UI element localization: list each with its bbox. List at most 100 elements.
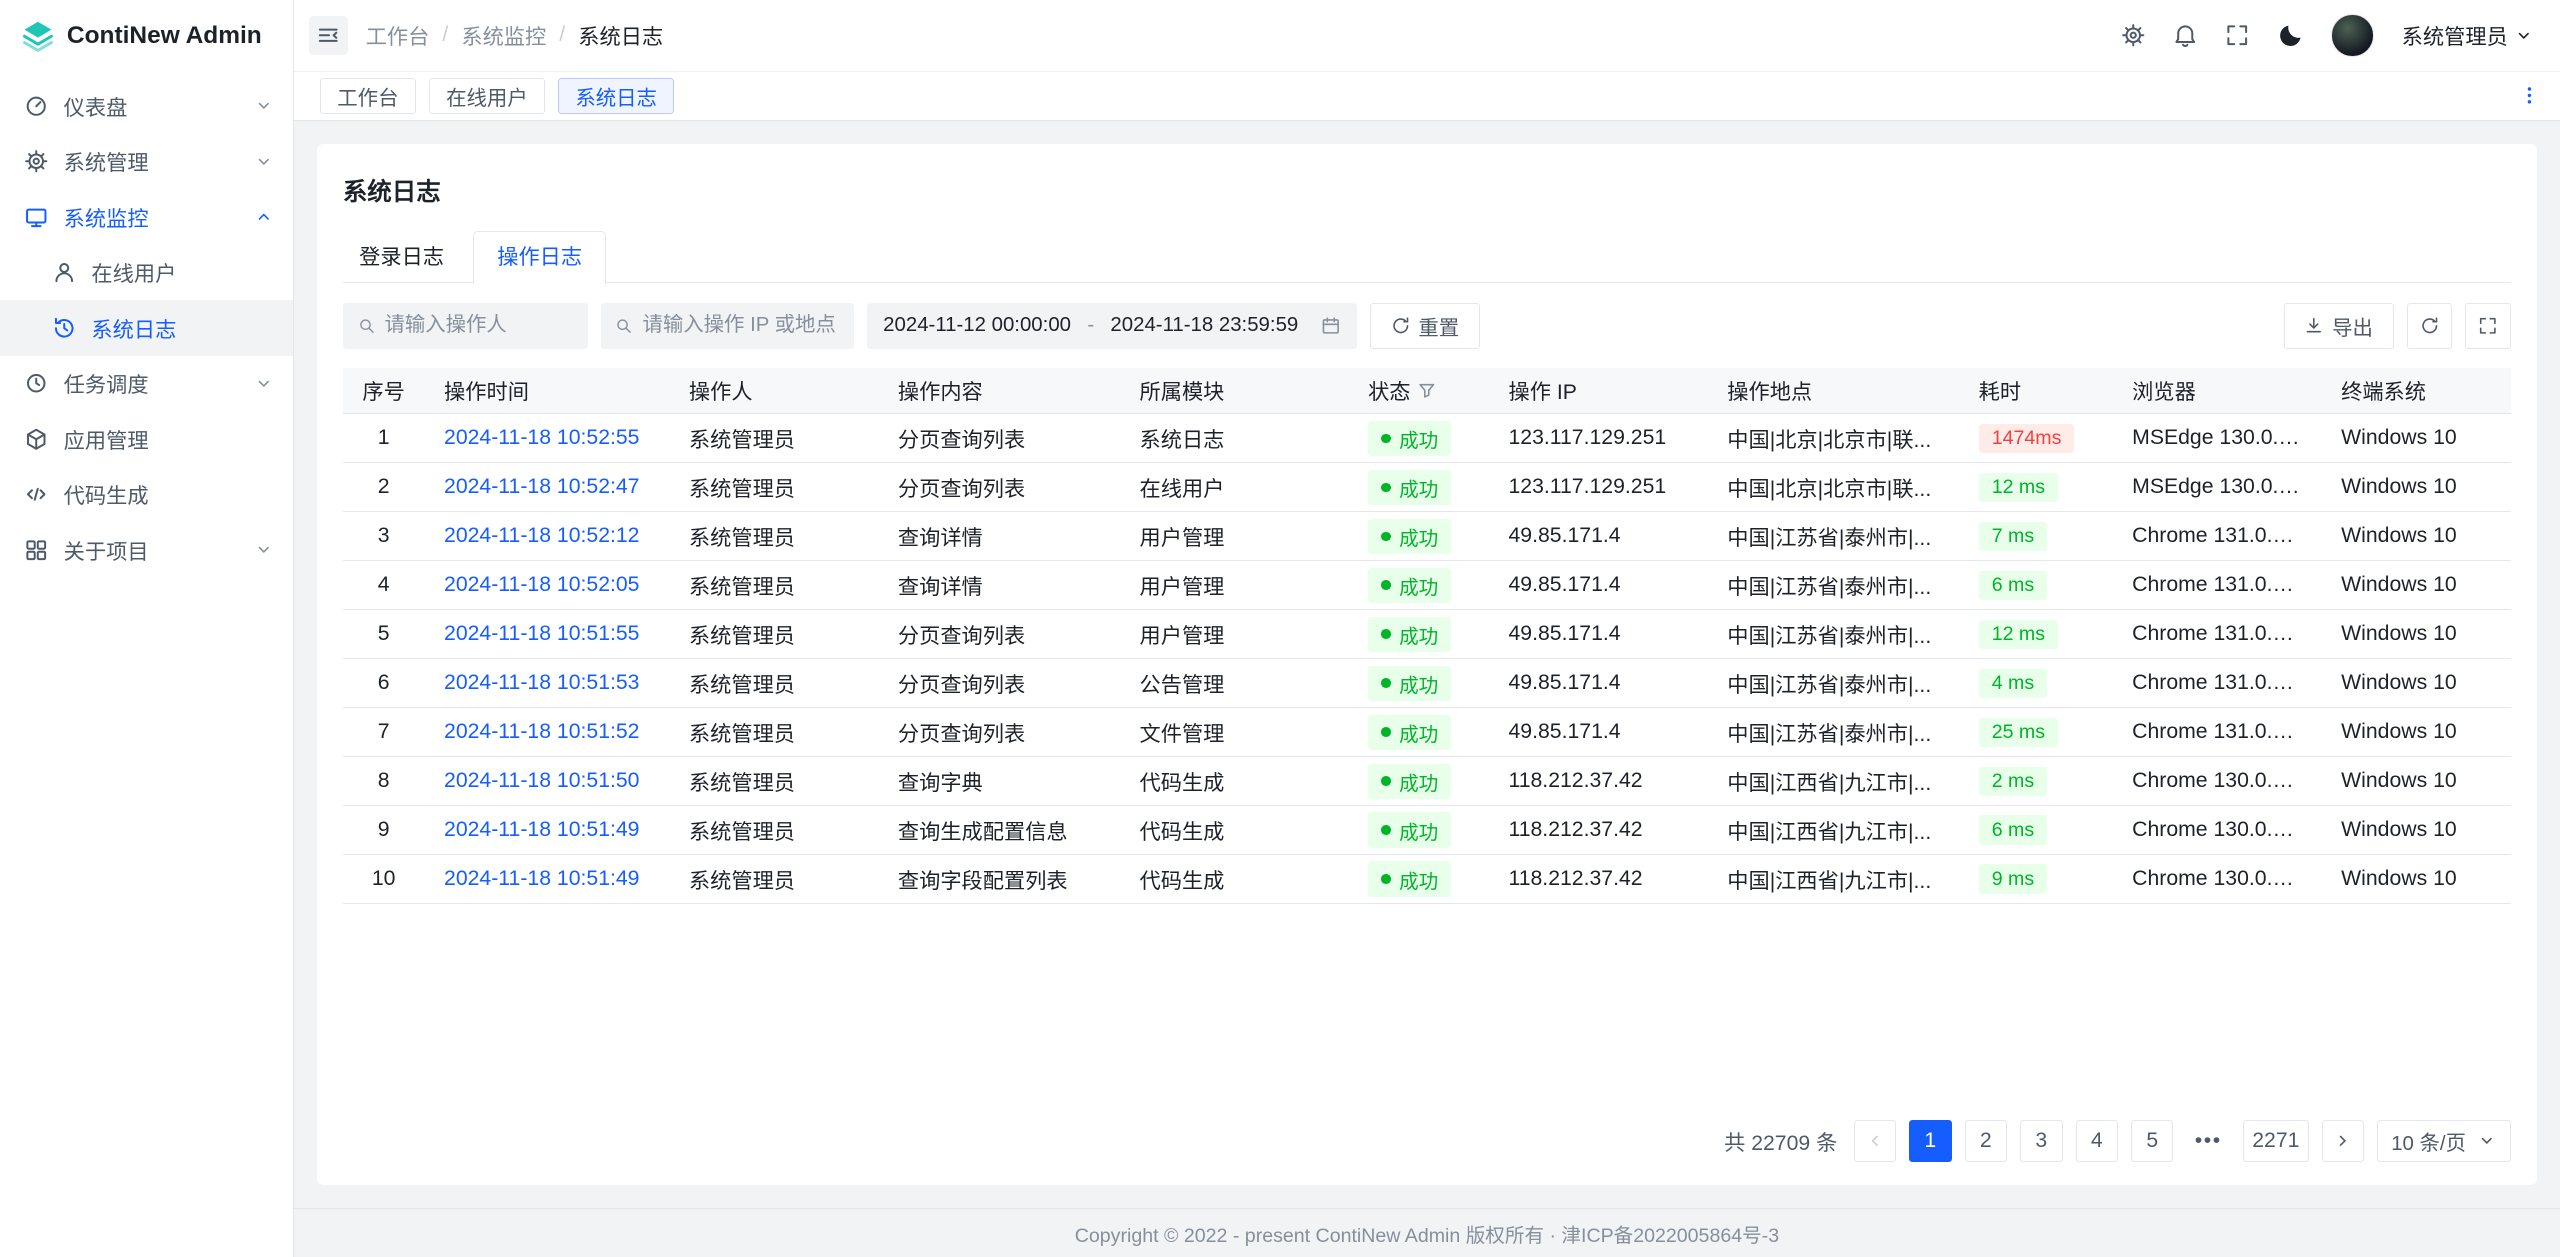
sidebar-item-system-management[interactable]: 系统管理 [0, 134, 293, 190]
log-table: 序号 操作时间 操作人 操作内容 所属模块 状态 操作 IP 操作地点 耗时 浏… [343, 368, 2511, 904]
log-time-link[interactable]: 2024-11-18 10:51:52 [444, 720, 639, 743]
cell-os: Windows 10 [2322, 659, 2512, 708]
tab-online-users[interactable]: 在线用户 [429, 78, 545, 114]
breadcrumb-item[interactable]: 系统监控 [461, 20, 546, 51]
log-time-link[interactable]: 2024-11-18 10:51:55 [444, 622, 639, 645]
log-time-link[interactable]: 2024-11-18 10:52:47 [444, 475, 639, 498]
cell-content: 分页查询列表 [878, 610, 1120, 659]
pagination-next-button[interactable] [2322, 1120, 2364, 1162]
status-text: 成功 [1399, 620, 1438, 649]
cell-os: Windows 10 [2322, 610, 2512, 659]
log-time-link[interactable]: 2024-11-18 10:52:12 [444, 524, 639, 547]
reset-button[interactable]: 重置 [1370, 303, 1480, 349]
table-row: 7 2024-11-18 10:51:52 系统管理员 分页查询列表 文件管理 … [343, 708, 2511, 757]
sidebar-item-task-schedule[interactable]: 任务调度 [0, 356, 293, 412]
breadcrumb-item[interactable]: 工作台 [366, 20, 430, 51]
tab-system-log[interactable]: 系统日志 [558, 78, 674, 114]
pagination-page-button[interactable]: 1 [1909, 1120, 1951, 1162]
status-badge: 成功 [1368, 470, 1451, 506]
pagination-page-button[interactable]: 2 [1965, 1120, 2007, 1162]
cell-os: Windows 10 [2322, 855, 2512, 904]
sidebar-item-app-management[interactable]: 应用管理 [0, 411, 293, 467]
cell-status: 成功 [1349, 414, 1489, 463]
filter-icon [1417, 381, 1437, 401]
fullscreen-button[interactable] [2225, 23, 2249, 47]
log-time-link[interactable]: 2024-11-18 10:52:05 [444, 573, 639, 596]
cell-operator: 系统管理员 [669, 659, 878, 708]
refresh-button[interactable] [2407, 303, 2453, 349]
sidebar-item-dashboard[interactable]: 仪表盘 [0, 78, 293, 134]
log-time-link[interactable]: 2024-11-18 10:51:50 [444, 769, 639, 792]
logo[interactable]: ContiNew Admin [0, 0, 293, 72]
cell-content: 查询详情 [878, 561, 1120, 610]
chevron-down-icon [2477, 1131, 2497, 1151]
cell-index: 7 [343, 708, 425, 757]
logo-text: ContiNew Admin [67, 22, 262, 50]
user-menu[interactable]: 系统管理员 [2402, 20, 2534, 51]
avatar[interactable] [2331, 14, 2373, 56]
status-filter-button[interactable] [1417, 381, 1437, 401]
cell-operator: 系统管理员 [669, 855, 878, 904]
sidebar-item-online-users[interactable]: 在线用户 [0, 245, 293, 301]
cell-ip: 49.85.171.4 [1489, 659, 1708, 708]
sidebar-item-system-log[interactable]: 系统日志 [0, 300, 293, 356]
more-icon[interactable] [2518, 84, 2541, 107]
app-root: ContiNew Admin 仪表盘 系统管理 系统监控 在线用户 [0, 0, 2560, 1257]
cell-browser: MSEdge 130.0.0.0 [2113, 414, 2322, 463]
operator-search-field[interactable] [343, 303, 588, 349]
dashboard-icon [24, 94, 48, 118]
page-size-select[interactable]: 10 条/页 [2377, 1120, 2511, 1162]
status-badge: 成功 [1368, 715, 1451, 751]
pagination-prev-button[interactable] [1854, 1120, 1896, 1162]
date-range-picker[interactable]: 2024-11-12 00:00:00 - 2024-11-18 23:59:5… [867, 303, 1357, 349]
table-body: 1 2024-11-18 10:52:55 系统管理员 分页查询列表 系统日志 … [343, 414, 2511, 904]
pagination-page-button[interactable]: 2271 [2243, 1120, 2309, 1162]
status-text: 成功 [1399, 865, 1438, 894]
page-footer: Copyright © 2022 - present ContiNew Admi… [294, 1208, 2560, 1257]
date-end: 2024-11-18 23:59:59 [1110, 314, 1298, 337]
duration-badge: 2 ms [1979, 767, 2048, 797]
log-time-link[interactable]: 2024-11-18 10:51:49 [444, 818, 639, 841]
cell-time: 2024-11-18 10:51:52 [424, 708, 669, 757]
duration-badge: 12 ms [1979, 620, 2058, 650]
cell-operator: 系统管理员 [669, 463, 878, 512]
ip-search-input[interactable] [642, 314, 839, 337]
sidebar-item-code-generation[interactable]: 代码生成 [0, 467, 293, 523]
cell-location: 中国|江苏省|泰州市|... [1708, 512, 1959, 561]
log-time-link[interactable]: 2024-11-18 10:51:49 [444, 867, 639, 890]
table-row: 2 2024-11-18 10:52:47 系统管理员 分页查询列表 在线用户 … [343, 463, 2511, 512]
tab-workbench[interactable]: 工作台 [320, 78, 416, 114]
settings-button[interactable] [2121, 23, 2145, 47]
sidebar-item-about-project[interactable]: 关于项目 [0, 522, 293, 578]
menu-collapse-button[interactable] [309, 16, 348, 55]
tab-login-log[interactable]: 登录日志 [343, 232, 461, 283]
cell-index: 2 [343, 463, 425, 512]
export-button[interactable]: 导出 [2284, 303, 2394, 349]
ip-search-field[interactable] [601, 303, 854, 349]
cell-ip: 49.85.171.4 [1489, 561, 1708, 610]
cell-operator: 系统管理员 [669, 512, 878, 561]
table-fullscreen-button[interactable] [2465, 303, 2511, 349]
tab-operation-log[interactable]: 操作日志 [473, 231, 606, 284]
col-content: 操作内容 [878, 368, 1120, 414]
cell-duration: 7 ms [1959, 512, 2112, 561]
cell-ip: 118.212.37.42 [1489, 757, 1708, 806]
cell-module: 文件管理 [1120, 708, 1349, 757]
pagination-page-button[interactable]: 4 [2076, 1120, 2118, 1162]
cell-status: 成功 [1349, 855, 1489, 904]
topbar: 工作台 / 系统监控 / 系统日志 [294, 0, 2560, 72]
chevron-left-icon [1865, 1131, 1885, 1151]
operator-search-input[interactable] [384, 314, 573, 337]
log-icon [52, 316, 76, 340]
cell-time: 2024-11-18 10:52:47 [424, 463, 669, 512]
table-row: 10 2024-11-18 10:51:49 系统管理员 查询字段配置列表 代码… [343, 855, 2511, 904]
sidebar-item-system-monitor[interactable]: 系统监控 [0, 189, 293, 245]
pagination-page-button[interactable]: 5 [2131, 1120, 2173, 1162]
cell-operator: 系统管理员 [669, 708, 878, 757]
pagination-ellipsis[interactable]: ••• [2187, 1120, 2231, 1162]
log-time-link[interactable]: 2024-11-18 10:51:53 [444, 671, 639, 694]
dark-mode-toggle[interactable] [2278, 22, 2304, 48]
notifications-button[interactable] [2173, 23, 2197, 47]
log-time-link[interactable]: 2024-11-18 10:52:55 [444, 426, 639, 449]
pagination-page-button[interactable]: 3 [2020, 1120, 2062, 1162]
